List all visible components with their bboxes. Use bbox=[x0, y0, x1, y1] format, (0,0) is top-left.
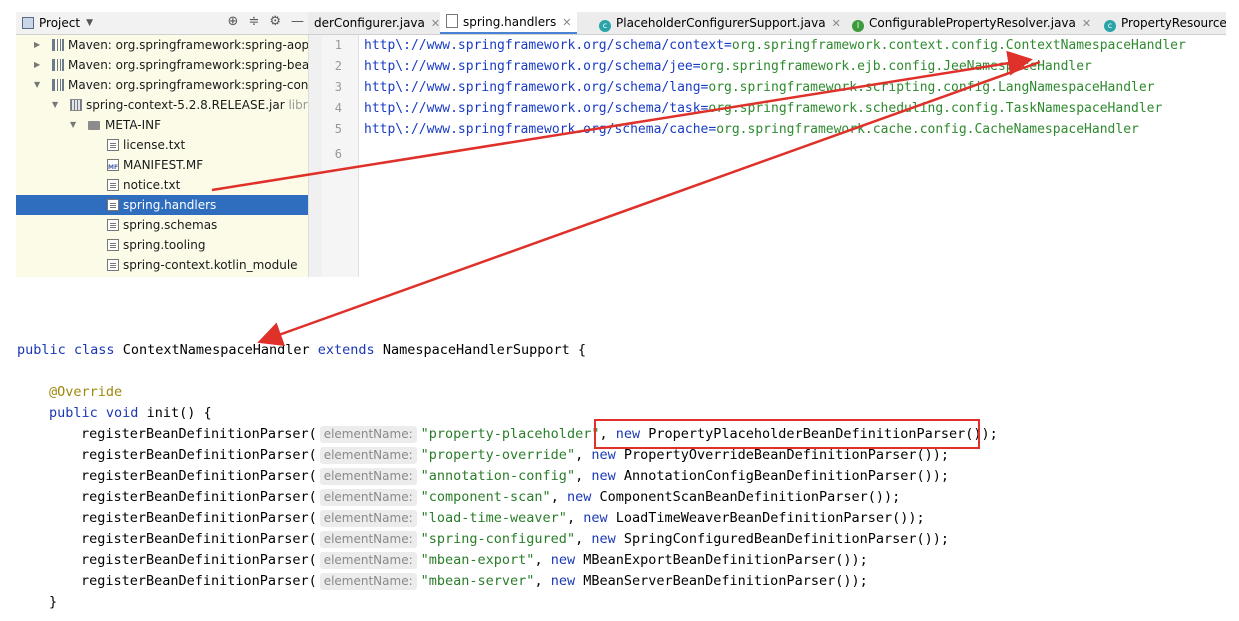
file-icon bbox=[107, 259, 119, 271]
tree-item[interactable]: MF MANIFEST.MF bbox=[16, 155, 308, 175]
close-icon[interactable]: ✕ bbox=[832, 17, 841, 30]
file-icon bbox=[107, 239, 119, 251]
tree-item-label: spring.schemas bbox=[123, 218, 218, 232]
hide-icon[interactable]: — bbox=[291, 14, 304, 29]
locate-icon[interactable]: ⊕ bbox=[228, 14, 239, 29]
tab-label: derConfigurer.java bbox=[314, 16, 425, 30]
file-icon bbox=[107, 139, 119, 151]
tree-item-label: Maven: org.springframework:spring-aop bbox=[68, 38, 308, 52]
tree-item-label: META-INF bbox=[105, 118, 162, 132]
tab-configurable-property-resolver[interactable]: I ConfigurablePropertyResolver.java ✕ bbox=[846, 12, 1097, 34]
chevron-down-icon[interactable]: ▼ bbox=[70, 115, 76, 135]
ide-window: Project ▼ ⊕ ≑ ⚙ — ▶ Maven: org.springfra… bbox=[16, 12, 1226, 277]
tab-placeholder-configurer-support[interactable]: c PlaceholderConfigurerSupport.java ✕ bbox=[593, 12, 847, 34]
editor-line: http\://www.springframework.org/schema/c… bbox=[364, 38, 1186, 53]
line-number: 5 bbox=[334, 122, 342, 136]
library-icon bbox=[52, 59, 64, 71]
editor-line: http\://www.springframework.org/schema/t… bbox=[364, 101, 1163, 116]
chevron-right-icon[interactable]: ▶ bbox=[34, 55, 40, 75]
line-number: 4 bbox=[334, 101, 342, 115]
tree-item-label: MANIFEST.MF bbox=[123, 158, 204, 172]
tree-item-label: spring-context-5.2.8.RELEASE.jar librai bbox=[86, 98, 308, 112]
manifest-icon: MF bbox=[107, 159, 119, 171]
class-icon: c bbox=[599, 20, 611, 32]
interface-icon: I bbox=[852, 20, 864, 32]
close-icon[interactable]: ✕ bbox=[562, 16, 571, 29]
highlight-box bbox=[594, 419, 980, 449]
tree-item[interactable]: spring.schemas bbox=[16, 215, 308, 235]
collapse-all-icon[interactable]: ≑ bbox=[248, 14, 259, 29]
tab-label: PlaceholderConfigurerSupport.java bbox=[616, 16, 826, 30]
tree-item-label: Maven: org.springframework:spring-cont bbox=[68, 78, 308, 92]
project-title[interactable]: Project bbox=[39, 16, 80, 30]
tab-config-java[interactable]: derConfigurer.java ✕ bbox=[308, 12, 446, 34]
chevron-down-icon[interactable]: ▼ bbox=[34, 75, 40, 95]
file-icon bbox=[107, 199, 119, 211]
tree-item[interactable]: ▼ META-INF bbox=[16, 115, 308, 135]
tree-item[interactable]: spring-context.kotlin_module bbox=[16, 255, 308, 275]
editor-line: http\://www.springframework.org/schema/c… bbox=[364, 122, 1139, 137]
java-code-snippet: public class ContextNamespaceHandler ext… bbox=[0, 340, 1239, 621]
line-number-gutter: 1 2 3 4 5 6 bbox=[322, 35, 359, 277]
tree-item[interactable]: ▶ Maven: org.springframework:spring-bear bbox=[16, 55, 308, 75]
tree-item-label: spring.tooling bbox=[123, 238, 206, 252]
chevron-right-icon[interactable]: ▶ bbox=[34, 35, 40, 55]
tree-item-label: license.txt bbox=[123, 138, 186, 152]
tree-scrollbar[interactable] bbox=[308, 35, 323, 277]
override-annotation: @Override bbox=[49, 384, 123, 400]
register-call: registerBeanDefinitionParser(elementName… bbox=[81, 573, 868, 590]
jar-icon bbox=[70, 99, 82, 111]
chevron-down-icon[interactable]: ▼ bbox=[86, 18, 93, 28]
tree-item-label: spring-context.kotlin_module bbox=[123, 258, 298, 272]
code-editor[interactable]: http\://www.springframework.org/schema/c… bbox=[359, 35, 1226, 277]
tree-item-label: spring.handlers bbox=[123, 198, 217, 212]
gear-icon[interactable]: ⚙ bbox=[269, 14, 281, 29]
editor-line: http\://www.springframework.org/schema/l… bbox=[364, 80, 1155, 95]
register-call: registerBeanDefinitionParser(elementName… bbox=[81, 531, 949, 548]
tab-label: ConfigurablePropertyResolver.java bbox=[869, 16, 1076, 30]
tree-item[interactable]: ▼ spring-context-5.2.8.RELEASE.jar libra… bbox=[16, 95, 308, 115]
register-call: registerBeanDefinitionParser(elementName… bbox=[81, 510, 925, 527]
project-icon bbox=[22, 17, 34, 29]
tab-label: spring.handlers bbox=[463, 15, 557, 29]
line-number: 2 bbox=[334, 59, 342, 73]
method-declaration: public void init() { bbox=[49, 405, 212, 421]
project-tree: ▶ Maven: org.springframework:spring-aop … bbox=[16, 35, 308, 277]
line-number: 6 bbox=[334, 147, 342, 161]
tree-item[interactable]: spring.tooling bbox=[16, 235, 308, 255]
tree-item-label: Maven: org.springframework:spring-bear bbox=[68, 58, 308, 72]
line-number: 1 bbox=[334, 38, 342, 52]
close-icon[interactable]: ✕ bbox=[431, 17, 440, 30]
file-icon bbox=[446, 14, 458, 28]
tree-item-selected[interactable]: spring.handlers bbox=[16, 195, 308, 215]
editor-line: http\://www.springframework.org/schema/j… bbox=[364, 59, 1092, 74]
tree-item[interactable]: ▼ Maven: org.springframework:spring-cont bbox=[16, 75, 308, 95]
tab-property-resource[interactable]: c PropertyResourceCo bbox=[1098, 12, 1226, 34]
project-panel-header: Project ▼ ⊕ ≑ ⚙ — bbox=[16, 12, 308, 35]
project-toolbar: ⊕ ≑ ⚙ — bbox=[228, 14, 304, 29]
register-call: registerBeanDefinitionParser(elementName… bbox=[81, 489, 901, 506]
chevron-down-icon[interactable]: ▼ bbox=[52, 95, 58, 115]
tree-item[interactable]: license.txt bbox=[16, 135, 308, 155]
line-number: 3 bbox=[334, 80, 342, 94]
editor-tabs: derConfigurer.java ✕ spring.handlers ✕ c Pl… bbox=[308, 12, 1226, 35]
file-icon bbox=[107, 219, 119, 231]
closing-brace: } bbox=[49, 594, 58, 610]
library-icon bbox=[52, 79, 64, 91]
tab-spring-handlers[interactable]: spring.handlers ✕ bbox=[440, 12, 578, 34]
class-declaration: public class ContextNamespaceHandler ext… bbox=[17, 342, 587, 358]
tree-item[interactable]: ▶ Maven: org.springframework:spring-aop bbox=[16, 35, 308, 55]
close-icon[interactable]: ✕ bbox=[1082, 17, 1091, 30]
class-icon: c bbox=[1104, 20, 1116, 32]
register-call: registerBeanDefinitionParser(elementName… bbox=[81, 468, 949, 485]
tab-label: PropertyResourceCo bbox=[1121, 16, 1226, 30]
tree-item[interactable]: notice.txt bbox=[16, 175, 308, 195]
file-icon bbox=[107, 179, 119, 191]
folder-icon bbox=[88, 121, 100, 130]
register-call: registerBeanDefinitionParser(elementName… bbox=[81, 552, 868, 569]
library-icon bbox=[52, 39, 64, 51]
tree-item-label: notice.txt bbox=[123, 178, 181, 192]
